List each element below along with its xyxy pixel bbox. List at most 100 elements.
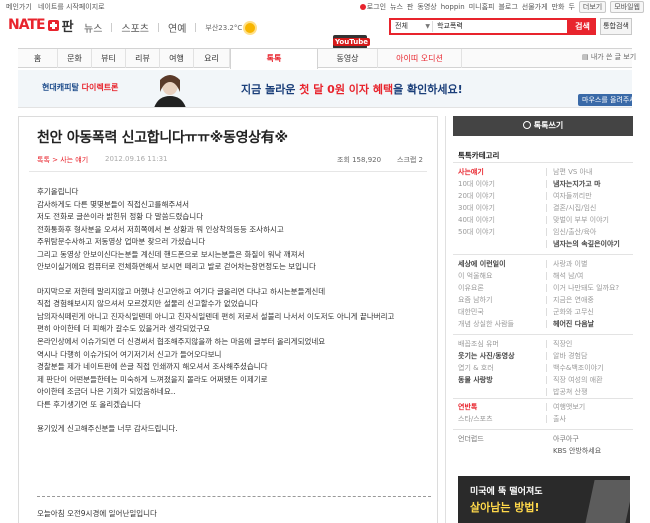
banner-more-button[interactable]: 마우스를 올려주세요 [578,94,632,106]
service-link-news[interactable]: 뉴스 [390,2,403,12]
dashed-divider [37,496,431,497]
category-link[interactable]: 냄자는지가고 마 [553,178,601,190]
category-link[interactable]: 백수&백조이야기 [553,362,604,374]
category-link[interactable]: 배꼽조심 유머 [458,338,499,350]
category-row: 연반톡 여행앳보기 [458,401,630,413]
category-link[interactable]: 여자들끼리만 [553,190,592,202]
category-link[interactable]: 직장인 [553,338,572,350]
category-link[interactable]: 동물 사랑방 [458,374,493,386]
body-line: 마지막으로 저한테 말리지않고 머했냐 신고안하고 여기다 글올리면 다냐고 하… [37,286,326,296]
category-link[interactable]: 40대 이야기 [458,214,495,226]
service-link-comic[interactable]: 만화 [552,2,565,12]
article-meta: 톡톡 > 사는 얘기 2012.09.16 11:31 조회 158,920 스… [37,155,427,167]
category-divider [453,254,633,255]
menu-beauty[interactable]: 뷰티 [92,49,126,68]
category-link[interactable]: 사는얘기 [458,166,484,178]
mobile-web-button[interactable]: 모바일웹 [610,1,644,13]
category-link[interactable]: 여행앳보기 [553,401,585,413]
partner-link[interactable]: KBS 안방하세요 [553,446,601,456]
nate-logo[interactable]: NATE 판 [8,17,74,35]
category-link[interactable]: 웃기는 사진/동영상 [458,350,515,362]
category-row: 사는얘기 남편 VS 아내 [458,166,630,178]
category-row: 20대 이야기 여자들끼리만 [458,190,630,202]
category-link[interactable]: 스타/스포츠 [458,413,493,425]
category-link[interactable]: 남편 VS 아내 [553,166,592,178]
category-link[interactable]: 직장 여성의 애환 [553,374,603,386]
sidebar-ad[interactable]: 미국에 뚝 떨어져도 살아남는 방법! [458,476,630,523]
menu-travel[interactable]: 여행 [160,49,194,68]
my-posts-link[interactable]: ▤ 내가 쓴 글 보기 [582,52,636,62]
service-link-minihompy[interactable]: 미니홈피 [469,2,495,12]
service-link-pan[interactable]: 판 [407,2,413,12]
category-link[interactable]: 개념 상실한 사람들 [458,318,514,330]
category-link[interactable]: 맞벌이 부부 이야기 [553,214,609,226]
search-input[interactable]: 학교폭력 [437,21,547,32]
category-link[interactable]: 이거 나만돼도 일까요? [553,282,619,294]
search-button[interactable]: 검색 [569,18,596,35]
category-divider [453,162,633,163]
category-link[interactable]: 엽기 & 호러 [458,362,494,374]
banner-person-image [154,75,186,107]
partner-row: 언더럽드 아쿠아구 [458,434,630,446]
service-link-blog[interactable]: 블로그 [498,2,517,12]
menu-toktok[interactable]: 톡톡 [230,49,318,69]
category-link[interactable]: 요즘 남하기 [458,294,492,306]
category-link[interactable]: 지금은 연애중 [553,294,594,306]
nav-entertainment[interactable]: 연예 [168,20,186,35]
category-link[interactable]: 출사 [553,413,566,425]
top-strip: 메인가기 네이트를 시작페이지로 로그인 뉴스 판 동영상 hoppin 미니홈… [0,0,650,14]
ad-banner[interactable]: 현대캐피탈 다이렉트론 지금 놀라운 첫 달 0원 이자 혜택을 확인하세요! … [18,70,632,108]
category-link[interactable]: 10대 이야기 [458,178,495,190]
category-link[interactable]: 이유요론 [458,282,484,294]
sidebar: 톡톡쓰기 톡톡카테고리 사는얘기 남편 VS 아내 10대 이야기 냄자는지가고… [445,116,633,523]
category-link[interactable]: 헤어진 다음날 [553,318,594,330]
service-link-video[interactable]: 동영상 [417,2,436,12]
service-link-misc[interactable]: 두 [568,2,574,12]
menu-culture[interactable]: 문화 [58,49,92,68]
category-link[interactable]: 50대 이야기 [458,226,495,238]
weather-widget[interactable]: 부산23.2°C [205,22,256,33]
nav-news[interactable]: 뉴스 [84,20,102,35]
category-link[interactable]: 20대 이야기 [458,190,495,202]
category-link[interactable]: 이 억울해요 [458,270,492,282]
menu-home[interactable]: 홈 [18,49,58,68]
set-homepage-link[interactable]: 네이트를 시작페이지로 [38,3,105,11]
category-link[interactable]: 결혼/시집/임신 [553,202,596,214]
nav-divider [195,23,197,32]
main-link[interactable]: 메인가기 [6,3,32,11]
category-link[interactable]: 군화와 고무신 [553,306,594,318]
category-divider [453,429,633,430]
partner-link[interactable]: 아쿠아구 [553,434,579,444]
service-link-gift[interactable]: 선물가게 [522,2,548,12]
body-line: 전화통화후 형사분을 오셔서 저희쪽에서 본 상황과 뭐 인상착의등등 조사하시… [37,224,284,234]
category-link[interactable]: 임신/출산/육아 [553,226,596,238]
login-link[interactable]: 로그인 [359,2,386,12]
article-title: 천안 아동폭력 신고합니다ㅠㅠ※동영상有※ [37,130,288,146]
category-link[interactable]: 대한민국 [458,306,484,318]
article-category-link[interactable]: 톡톡 > 사는 얘기 [37,155,88,165]
category-link[interactable]: 해석 남/여 [553,270,583,282]
body-line: 감사하게도 다른 몇몇분들이 직접신고를해주셔서 [37,199,190,209]
menu-video[interactable]: 동영상 [318,49,378,68]
search-scope-select[interactable]: 전체 ▼ [393,21,433,32]
category-link[interactable]: 알바 경험담 [553,350,587,362]
top-nav: 뉴스 스포츠 연예 부산23.2°C [84,20,256,35]
menu-cooking[interactable]: 요리 [194,49,230,68]
partner-link[interactable]: 언더럽드 [458,434,484,444]
write-post-button[interactable]: 톡톡쓰기 [453,116,633,136]
category-link[interactable]: 세상에 이런일이 [458,258,506,270]
category-link[interactable]: 30대 이야기 [458,202,495,214]
more-services-button[interactable]: 더보기 [578,1,607,13]
category-link[interactable]: 사랑과 이별 [553,258,587,270]
category-link[interactable]: 연반톡 [458,401,477,413]
all-search-button[interactable]: 통합검색 [600,18,632,35]
top-left-links: 메인가기 네이트를 시작페이지로 [6,2,109,12]
menu-audition[interactable]: 아이띠 오디션 [378,49,462,68]
menu-review[interactable]: 리뷰 [126,49,160,68]
ad-line: 살아남는 방법! [470,501,540,514]
scrap-count[interactable]: 스크랩 2 [397,155,423,165]
nav-sports[interactable]: 스포츠 [121,20,149,35]
service-link-hoppin[interactable]: hoppin [441,3,465,11]
youtube-badge[interactable]: YouTube [333,35,370,49]
category-link[interactable]: 냄자는의 속깊은이야기 [553,238,620,250]
